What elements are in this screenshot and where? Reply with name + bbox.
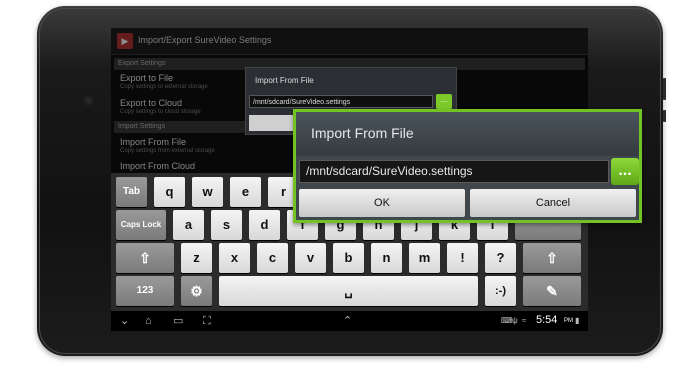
dialog-title: Import From File [311,125,414,141]
app-titlebar: ▶ Import/Export SureVideo Settings [111,28,588,55]
home-icon[interactable]: ⌂ [145,314,152,328]
settings-gear-icon[interactable]: ⚙ [181,276,212,306]
key-exclamation[interactable]: ! [447,243,478,273]
recent-apps-icon[interactable]: ▭ [173,314,183,328]
screenshot-icon[interactable]: ⛶ [203,314,211,328]
export-file-sub: Copy settings to external storage [120,84,208,90]
key-e[interactable]: e [230,177,261,207]
wifi-icon: ≈ [522,316,527,325]
dialog-small-title: Import From File [255,76,314,85]
browse-button-small[interactable]: ... [436,94,452,109]
export-cloud-sub: Copy settings to cloud storage [120,109,201,115]
expand-up-icon[interactable]: ⌃ [343,314,352,328]
key-q[interactable]: q [154,177,185,207]
clock-ampm: PM [564,318,573,324]
system-navbar: ⌄ ⌂ ▭ ⛶ ⌃ ⌨ ψ ≈ 5:54 PM ▮ [111,311,588,331]
clock-time: 5:54 [536,314,558,326]
export-cloud-item[interactable]: Export to Cloud [120,98,182,108]
export-file-item[interactable]: Export to File [120,73,173,83]
key-question[interactable]: ? [485,243,516,273]
key-x[interactable]: x [219,243,250,273]
key-w[interactable]: w [192,177,223,207]
cancel-button[interactable]: Cancel [470,189,636,217]
volume-button [663,78,666,100]
key-123[interactable]: 123 [116,276,174,306]
key-caps-lock[interactable]: Caps Lock [116,210,166,240]
ok-button[interactable]: OK [299,189,465,217]
key-tab[interactable]: Tab [116,177,147,207]
front-camera [84,96,93,105]
import-from-file-dialog: Import From File /mnt/sdcard/SureVideo.s… [293,109,642,223]
key-s[interactable]: s [211,210,242,240]
key-c[interactable]: c [257,243,288,273]
key-z[interactable]: z [181,243,212,273]
keyboard-hide-icon[interactable]: ⌄ [120,314,129,328]
key-space[interactable]: ␣ [219,276,478,306]
key-a[interactable]: a [173,210,204,240]
power-button [663,110,666,122]
key-d[interactable]: d [249,210,280,240]
handwriting-icon[interactable]: ✎ [523,276,581,306]
path-input-small[interactable]: /mnt/sdcard/SureVideo.settings [249,95,433,108]
key-smiley[interactable]: :-) [485,276,516,306]
import-file-item[interactable]: Import From File [120,137,186,147]
import-file-sub: Copy settings from external storage [120,148,215,154]
battery-icon: ▮ [575,316,580,325]
usb-icon: ψ [512,316,518,325]
import-cloud-item[interactable]: Import From Cloud [120,161,195,171]
browse-button[interactable]: ... [611,158,639,185]
file-path-input[interactable]: /mnt/sdcard/SureVideo.settings [299,160,609,183]
key-v[interactable]: v [295,243,326,273]
app-title: Import/Export SureVideo Settings [138,35,272,45]
keyboard-status-icon: ⌨ [501,316,513,325]
key-shift-left[interactable]: ⇧ [116,243,174,273]
key-n[interactable]: n [371,243,402,273]
key-b[interactable]: b [333,243,364,273]
dialog-header: Import From File [296,112,639,156]
app-icon: ▶ [117,33,133,49]
key-shift-right[interactable]: ⇧ [523,243,581,273]
key-m[interactable]: m [409,243,440,273]
